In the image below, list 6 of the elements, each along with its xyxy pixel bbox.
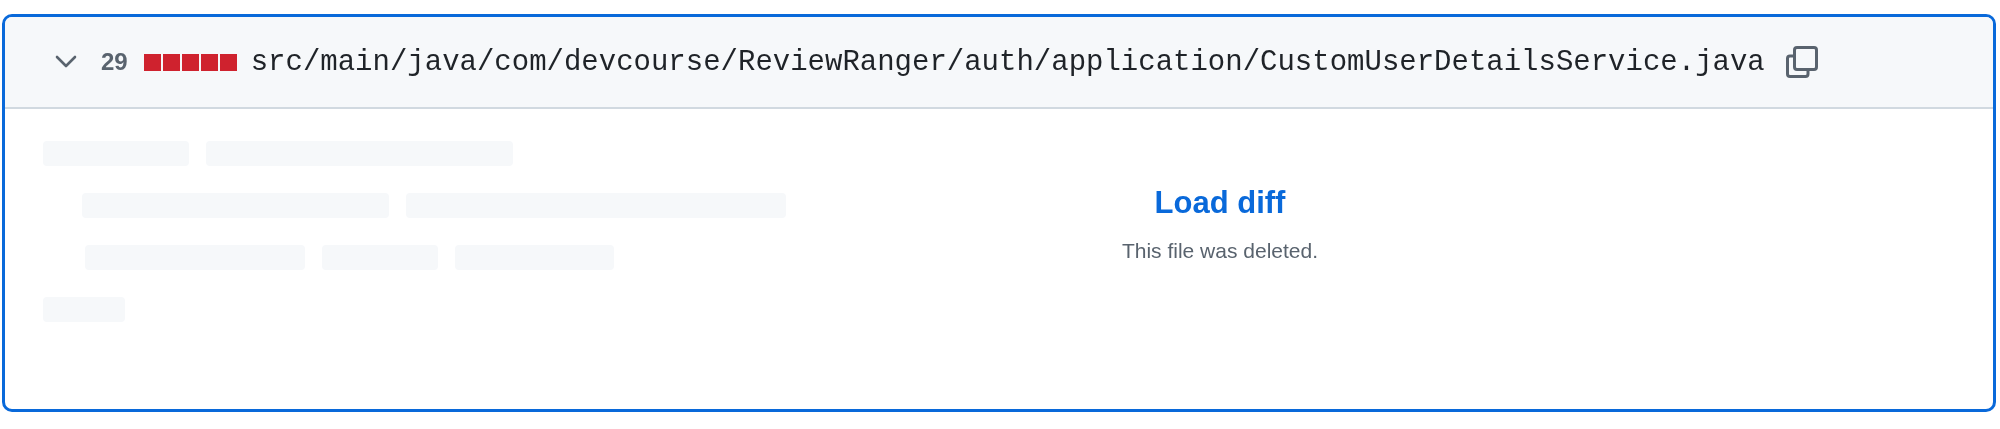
copy-icon[interactable] xyxy=(1784,45,1819,79)
deleted-message: This file was deleted. xyxy=(1121,239,1319,263)
diffstat-icon xyxy=(143,53,237,71)
change-count: 29 xyxy=(101,48,128,76)
load-diff-link[interactable]: Load diff xyxy=(1154,185,1286,221)
file-path-link[interactable]: src/main/java/com/devcourse/ReviewRanger/auth/application/CustomUserDetailsService.java xyxy=(250,45,1765,79)
